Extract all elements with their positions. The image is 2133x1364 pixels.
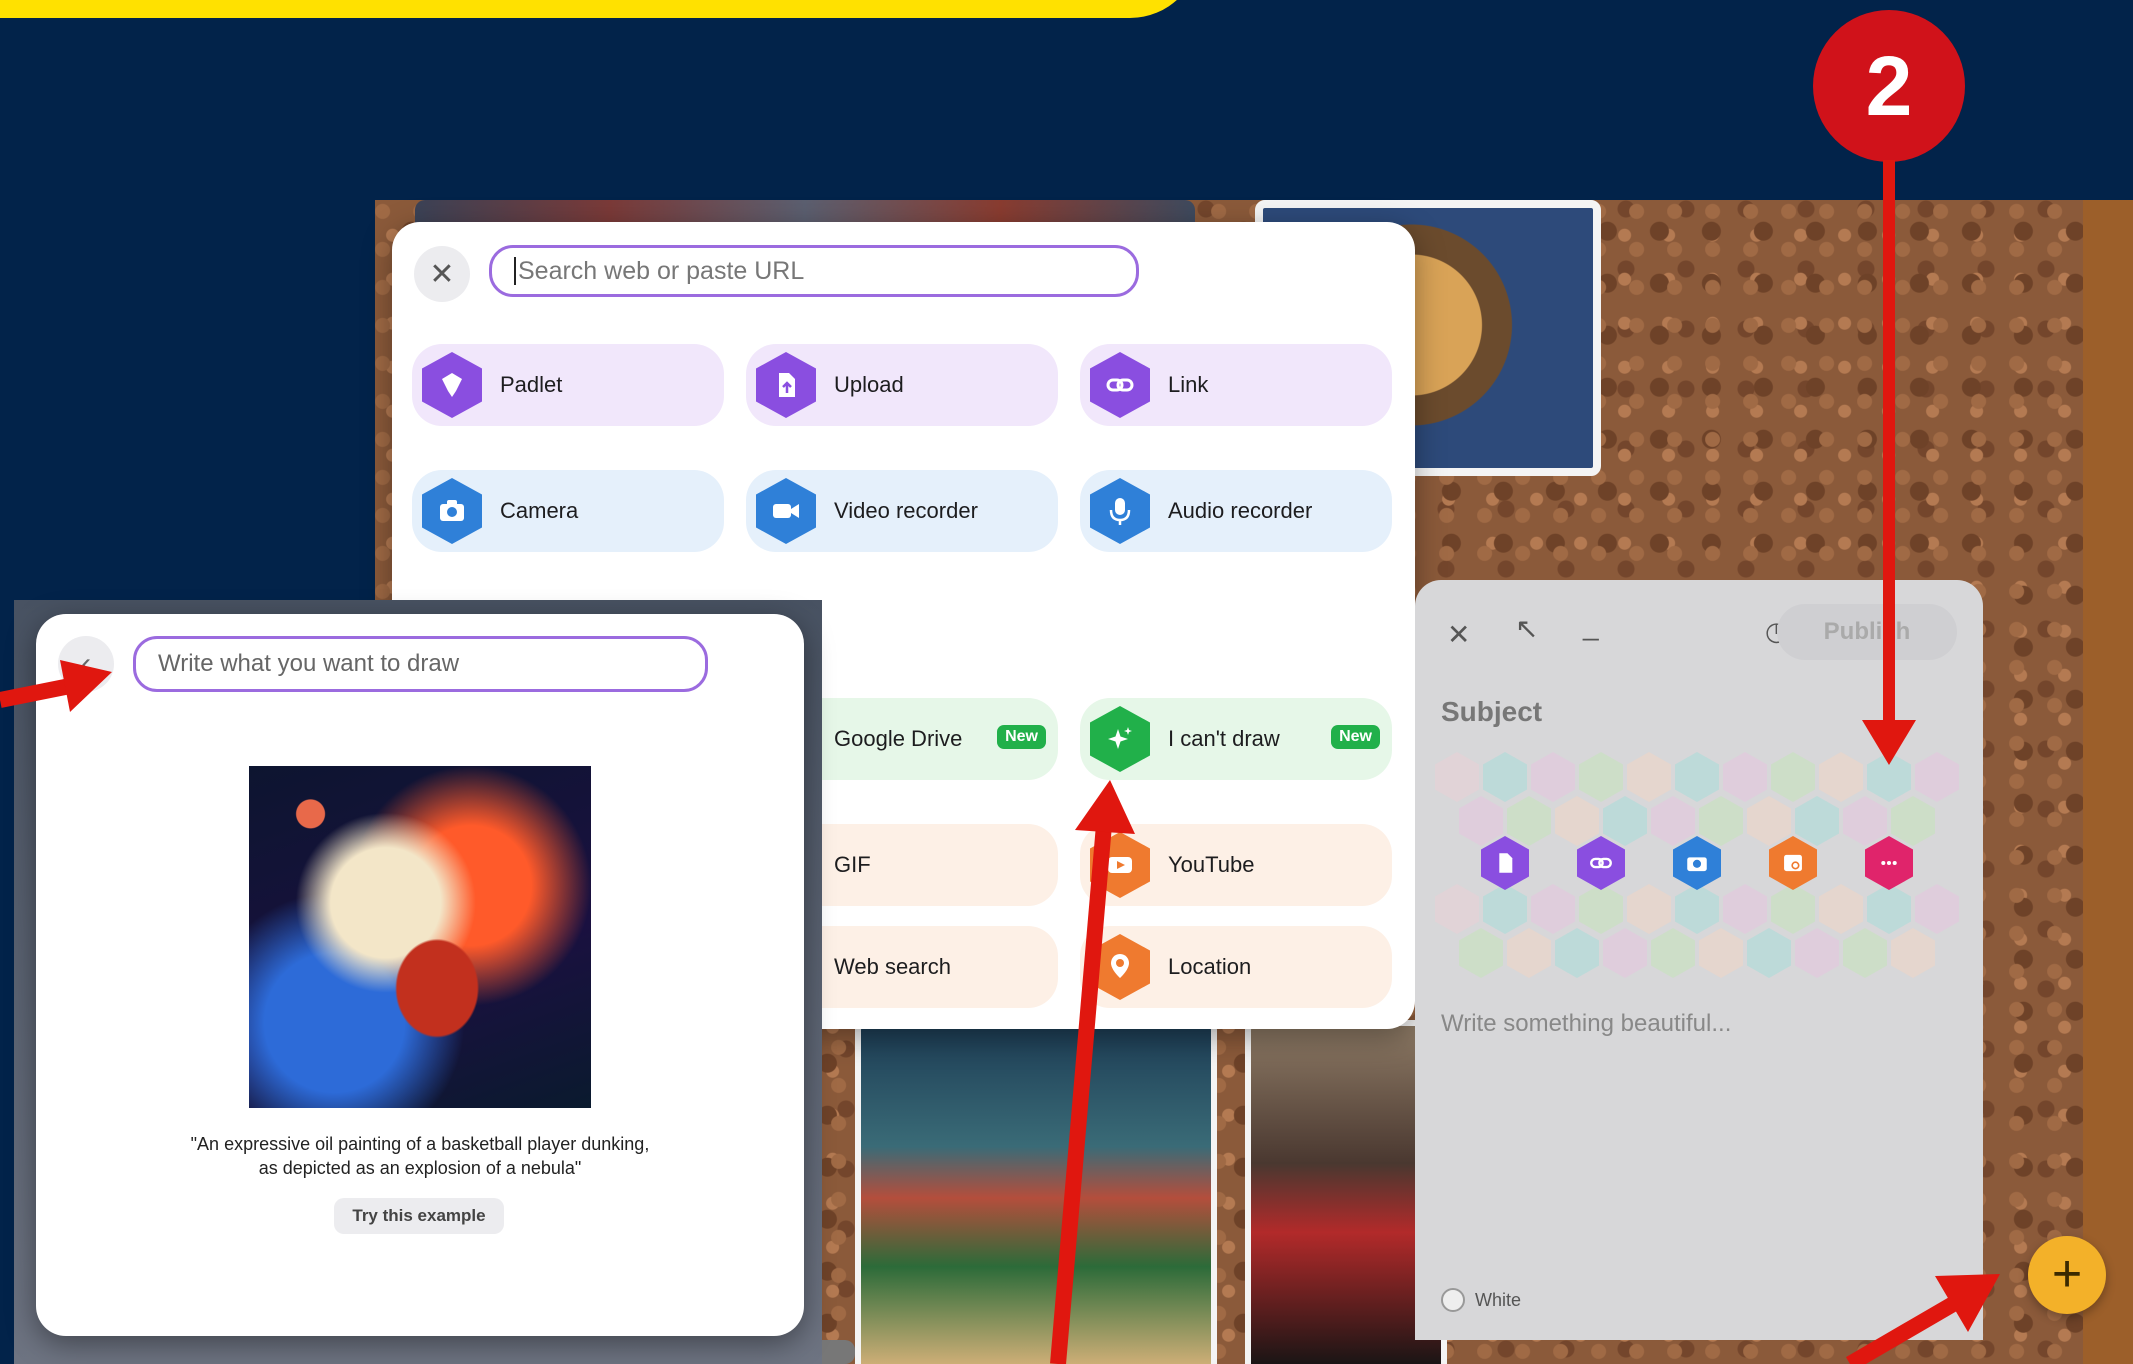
- draw-panel: ‹ Write what you want to draw "An expres…: [36, 614, 804, 1336]
- option-label: Camera: [500, 498, 579, 523]
- attach-link-button[interactable]: [1577, 836, 1625, 890]
- option-camera[interactable]: Camera: [412, 470, 724, 552]
- back-button[interactable]: ‹: [58, 636, 114, 692]
- option-label: GIF: [834, 852, 871, 877]
- subject-input[interactable]: Subject: [1441, 696, 1542, 728]
- option-label: Video recorder: [834, 498, 978, 523]
- option-label: Upload: [834, 372, 904, 397]
- option-youtube[interactable]: YouTube: [1080, 824, 1392, 906]
- option-link[interactable]: Link: [1080, 344, 1392, 426]
- expand-icon[interactable]: ↖: [1515, 612, 1538, 645]
- youtube-icon: [1090, 832, 1150, 898]
- option-i-cant-draw[interactable]: I can't draw New: [1080, 698, 1392, 780]
- draw-prompt-input[interactable]: Write what you want to draw: [133, 636, 708, 692]
- option-location[interactable]: Location: [1080, 926, 1392, 1008]
- close-button[interactable]: ✕: [414, 246, 470, 302]
- attachment-honeycomb: [1435, 752, 1975, 992]
- padlet-icon: [422, 352, 482, 418]
- option-label: Web search: [834, 954, 951, 979]
- option-label: Google Drive: [834, 726, 963, 751]
- option-video-recorder[interactable]: Video recorder: [746, 470, 1058, 552]
- video-recorder-icon: [756, 478, 816, 544]
- attach-upload-button[interactable]: [1481, 836, 1529, 890]
- option-audio-recorder[interactable]: Audio recorder: [1080, 470, 1392, 552]
- yellow-banner: [0, 0, 1200, 18]
- attach-image-search-button[interactable]: [1769, 836, 1817, 890]
- publish-button[interactable]: Publish: [1777, 604, 1957, 660]
- camera-icon: [1687, 857, 1707, 872]
- close-icon: ✕: [429, 257, 455, 291]
- option-label: Padlet: [500, 372, 563, 397]
- add-post-button[interactable]: +: [2028, 1236, 2106, 1314]
- board-image-girl: [855, 1020, 1217, 1364]
- camera-icon: [422, 478, 482, 544]
- example-caption: "An expressive oil painting of a basketb…: [190, 1134, 650, 1178]
- search-input[interactable]: Search web or paste URL: [489, 245, 1139, 297]
- option-padlet[interactable]: Padlet: [412, 344, 724, 426]
- post-color-option[interactable]: White: [1441, 1288, 1521, 1312]
- attach-camera-button[interactable]: [1673, 836, 1721, 890]
- new-badge: New: [997, 725, 1046, 749]
- post-composer: ✕ ↖ _ ◷ Publish Subject: [1415, 580, 1983, 1340]
- option-label: I can't draw: [1168, 726, 1280, 751]
- step-number-badge: 2: [1813, 10, 1965, 162]
- new-badge: New: [1331, 725, 1380, 749]
- link-icon: [1590, 857, 1612, 869]
- option-label: Link: [1168, 372, 1209, 397]
- more-icon: [1881, 860, 1897, 866]
- try-example-button[interactable]: Try this example: [334, 1198, 504, 1234]
- board-sidebar: [2083, 200, 2133, 1364]
- minimize-icon[interactable]: _: [1583, 610, 1599, 642]
- chevron-left-icon: ‹: [81, 647, 91, 680]
- color-label: White: [1475, 1289, 1522, 1310]
- upload-icon: [756, 352, 816, 418]
- close-icon[interactable]: ✕: [1447, 618, 1470, 651]
- attach-more-button[interactable]: [1865, 836, 1913, 890]
- image-search-icon: [1784, 854, 1802, 872]
- option-label: Location: [1168, 954, 1252, 979]
- color-swatch: [1441, 1288, 1465, 1312]
- example-artwork: [249, 766, 591, 1108]
- sparkle-icon: [1090, 706, 1150, 772]
- option-upload[interactable]: Upload: [746, 344, 1058, 426]
- option-label: Audio recorder: [1168, 498, 1313, 523]
- plus-icon: +: [2051, 1245, 2083, 1303]
- body-input[interactable]: Write something beautiful...: [1441, 1010, 1731, 1038]
- option-label: YouTube: [1168, 852, 1255, 877]
- location-icon: [1090, 934, 1150, 1000]
- microphone-icon: [1090, 478, 1150, 544]
- link-icon: [1090, 352, 1150, 418]
- upload-icon: [1499, 853, 1513, 873]
